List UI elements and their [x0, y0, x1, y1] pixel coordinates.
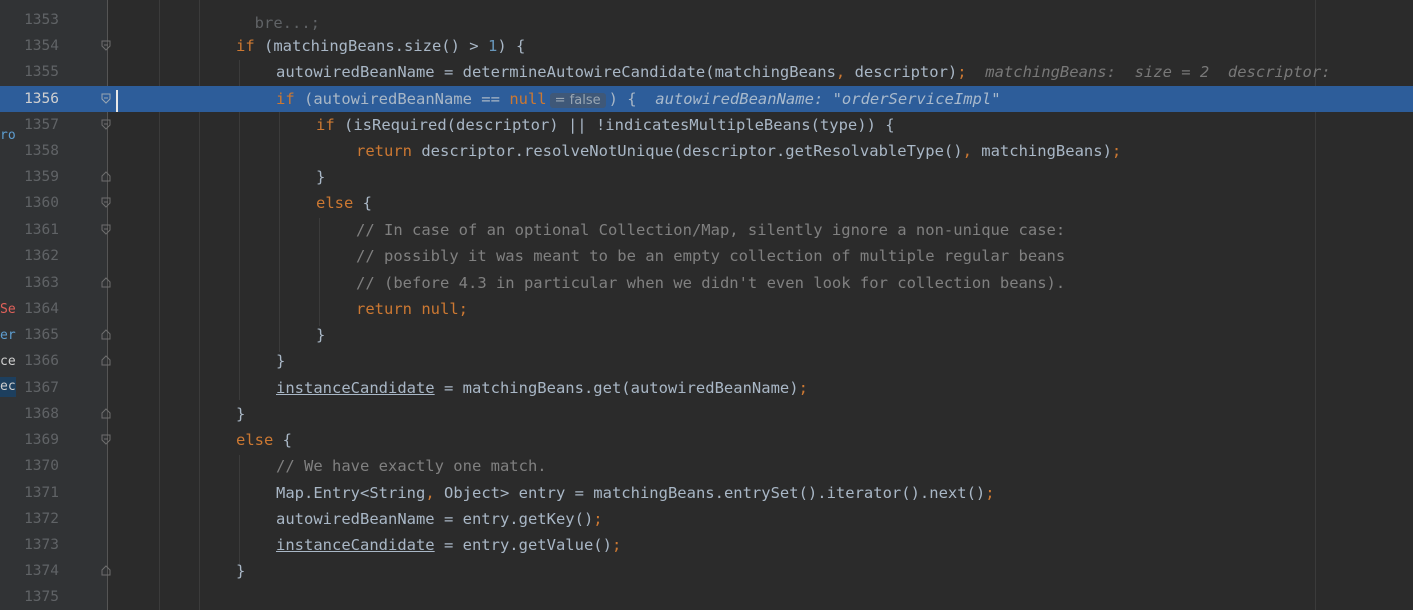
code-text[interactable]: return null; [356, 296, 468, 322]
line-number[interactable]: 1373 [16, 532, 59, 558]
code-text[interactable]: autowiredBeanName = entry.getKey(); [276, 506, 603, 532]
code-text[interactable]: } [276, 348, 285, 374]
code-row[interactable]: 1371 Map.Entry<String, Object> entry = m… [0, 480, 1413, 506]
code-comment[interactable]: // possibly it was meant to be an empty … [356, 243, 1065, 269]
fold-open-icon[interactable] [101, 40, 111, 51]
line-number[interactable]: 1369 [16, 427, 59, 453]
line-number[interactable]: 1367 [16, 375, 59, 401]
code-text[interactable]: else { [316, 190, 372, 216]
code-row[interactable]: 1360 else { [0, 190, 1413, 216]
code-text[interactable]: } [316, 164, 325, 190]
fold-close-icon[interactable] [101, 408, 111, 419]
code-row[interactable]: 1366 } [0, 348, 1413, 374]
fold-open-icon[interactable] [101, 197, 111, 208]
line-number[interactable]: 1357 [16, 112, 59, 138]
fold-close-icon[interactable] [101, 355, 111, 366]
code-text[interactable]: } [316, 322, 325, 348]
line-number[interactable]: 1354 [16, 33, 59, 59]
code-comment[interactable]: // (before 4.3 in particular when we did… [356, 270, 1065, 296]
line-number[interactable]: 1370 [16, 453, 59, 479]
code-text[interactable]: Map.Entry<String, Object> entry = matchi… [276, 480, 995, 506]
line-number[interactable]: 1372 [16, 506, 59, 532]
code-row[interactable]: 1373 instanceCandidate = entry.getValue(… [0, 532, 1413, 558]
line-number[interactable]: 1366 [16, 348, 59, 374]
fold-open-icon[interactable] [101, 434, 111, 445]
debug-value-hint: matchingBeans: size = 2 descriptor: [985, 63, 1340, 81]
fold-close-icon[interactable] [101, 565, 111, 576]
code-row[interactable]: 1355 autowiredBeanName = determineAutowi… [0, 59, 1413, 85]
code-row[interactable]: 1353 [0, 7, 1413, 33]
line-number[interactable]: 1364 [16, 296, 59, 322]
code-text[interactable]: autowiredBeanName = determineAutowireCan… [276, 59, 1340, 85]
code-row[interactable]: 1368 } [0, 401, 1413, 427]
code-row[interactable]: 1363 // (before 4.3 in particular when w… [0, 270, 1413, 296]
fold-open-icon[interactable] [101, 93, 111, 104]
line-number[interactable]: 1358 [16, 138, 59, 164]
line-number[interactable]: 1355 [16, 59, 59, 85]
line-number[interactable]: 1365 [16, 322, 59, 348]
line-number[interactable]: 1361 [16, 217, 59, 243]
code-text[interactable]: return descriptor.resolveNotUnique(descr… [356, 138, 1121, 164]
code-row[interactable]: 1370 // We have exactly one match. [0, 453, 1413, 479]
line-number[interactable]: 1362 [16, 243, 59, 269]
code-comment[interactable]: // In case of an optional Collection/Map… [356, 217, 1065, 243]
code-text[interactable]: if (isRequired(descriptor) || !indicates… [316, 112, 895, 138]
fold-close-icon[interactable] [101, 171, 111, 182]
line-number[interactable]: 1363 [16, 270, 59, 296]
line-number[interactable]: 1360 [16, 190, 59, 216]
debug-value-hint: autowiredBeanName: "orderServiceImpl" [655, 90, 1001, 108]
code-text[interactable]: instanceCandidate = matchingBeans.get(au… [276, 375, 808, 401]
code-text[interactable]: instanceCandidate = entry.getValue(); [276, 532, 621, 558]
line-number[interactable]: 1368 [16, 401, 59, 427]
fold-open-icon[interactable] [101, 224, 111, 235]
code-row[interactable]: 1375 [0, 584, 1413, 610]
fold-close-icon[interactable] [101, 329, 111, 340]
line-number[interactable]: 1353 [16, 7, 59, 33]
code-row[interactable]: 1364 return null; [0, 296, 1413, 322]
code-text[interactable]: if (autowiredBeanName == null = false) { … [276, 86, 1001, 112]
code-row[interactable]: 1365 } [0, 322, 1413, 348]
line-number[interactable]: 1356 [16, 86, 59, 112]
code-text[interactable]: } [236, 558, 245, 584]
code-text[interactable]: if (matchingBeans.size() > 1) { [236, 33, 525, 59]
line-number[interactable]: 1359 [16, 164, 59, 190]
line-number[interactable]: 1375 [16, 584, 59, 610]
code-text[interactable]: } [236, 401, 245, 427]
code-row[interactable]: 1367 instanceCandidate = matchingBeans.g… [0, 375, 1413, 401]
code-row[interactable]: 1354 if (matchingBeans.size() > 1) { [0, 33, 1413, 59]
code-row[interactable]: 1372 autowiredBeanName = entry.getKey(); [0, 506, 1413, 532]
code-row[interactable]: 1374 } [0, 558, 1413, 584]
code-row[interactable]: 1361 // In case of an optional Collectio… [0, 217, 1413, 243]
execution-point-row[interactable]: 1356 if (autowiredBeanName == null = fals… [0, 86, 1413, 112]
inline-value-badge: = false [549, 93, 606, 108]
code-row[interactable]: 1369 else { [0, 427, 1413, 453]
code-text[interactable]: else { [236, 427, 292, 453]
code-row[interactable]: 1357 if (isRequired(descriptor) || !indi… [0, 112, 1413, 138]
code-row[interactable]: 1358 return descriptor.resolveNotUnique(… [0, 138, 1413, 164]
fold-close-icon[interactable] [101, 277, 111, 288]
line-number[interactable]: 1374 [16, 558, 59, 584]
text-caret [116, 90, 118, 112]
line-number[interactable]: 1371 [16, 480, 59, 506]
code-comment[interactable]: // We have exactly one match. [276, 453, 547, 479]
code-row[interactable]: 1359 } [0, 164, 1413, 190]
fold-open-icon[interactable] [101, 119, 111, 130]
code-row[interactable]: 1362 // possibly it was meant to be an e… [0, 243, 1413, 269]
